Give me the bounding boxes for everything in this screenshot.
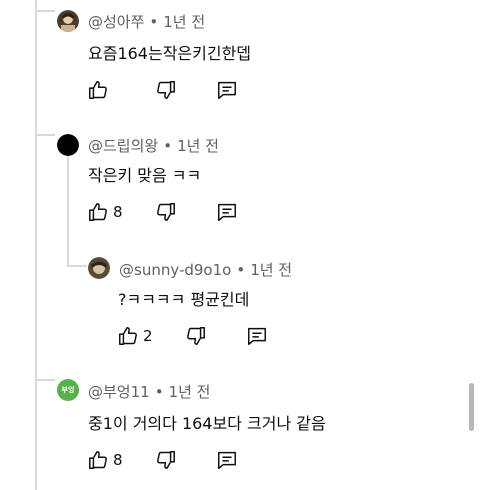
comment-text: 요즘164는작은키긴한뎁 bbox=[88, 44, 252, 63]
comment-actions: 2 bbox=[117, 325, 277, 349]
dislike-button[interactable] bbox=[155, 79, 177, 101]
separator: • bbox=[154, 383, 164, 401]
avatar[interactable] bbox=[57, 134, 79, 156]
thumbs-up-icon bbox=[89, 81, 107, 99]
dislike-button[interactable] bbox=[185, 325, 207, 347]
like-button[interactable]: 8 bbox=[87, 449, 123, 471]
thumbs-down-icon bbox=[157, 81, 175, 99]
nested-thread-line bbox=[67, 155, 69, 267]
comment-time[interactable]: 1년 전 bbox=[177, 137, 219, 155]
comment-actions: 8 bbox=[87, 449, 247, 473]
avatar-photo-icon bbox=[88, 257, 110, 279]
thumbs-down-icon bbox=[187, 327, 205, 345]
comment-author[interactable]: @sunny-d9o1o bbox=[119, 261, 231, 279]
thread-line bbox=[35, 0, 37, 490]
thumbs-up-icon bbox=[119, 327, 137, 345]
avatar[interactable]: 부엉 bbox=[57, 379, 79, 401]
separator: • bbox=[149, 13, 159, 31]
like-button[interactable]: 8 bbox=[87, 201, 123, 223]
thread-connector bbox=[35, 379, 55, 381]
thumbs-down-icon bbox=[157, 203, 175, 221]
reply-icon bbox=[248, 327, 266, 345]
avatar[interactable] bbox=[88, 257, 110, 279]
nested-thread-connector bbox=[67, 265, 87, 267]
avatar-photo-icon bbox=[57, 10, 79, 32]
separator: • bbox=[236, 261, 246, 279]
like-button[interactable] bbox=[87, 79, 109, 101]
comment-meta: @성아쭈 • 1년 전 bbox=[88, 11, 205, 32]
reply-icon bbox=[218, 203, 236, 221]
like-count: 2 bbox=[143, 327, 153, 345]
reply-button[interactable] bbox=[216, 79, 238, 101]
comment-author[interactable]: @성아쭈 bbox=[88, 13, 144, 31]
scrollbar[interactable] bbox=[469, 383, 474, 431]
like-count: 8 bbox=[113, 451, 123, 469]
reply-button[interactable] bbox=[216, 201, 238, 223]
thread-connector bbox=[35, 10, 55, 12]
like-count: 8 bbox=[113, 203, 123, 221]
avatar[interactable] bbox=[57, 10, 79, 32]
reply-button[interactable] bbox=[216, 449, 238, 471]
comment-time[interactable]: 1년 전 bbox=[250, 261, 292, 279]
comment-meta: @sunny-d9o1o • 1년 전 bbox=[119, 259, 292, 280]
avatar-text: 부엉 bbox=[61, 386, 75, 394]
thread-connector bbox=[35, 134, 55, 136]
comment-time[interactable]: 1년 전 bbox=[169, 383, 211, 401]
avatar-black-circle-icon bbox=[57, 134, 79, 156]
dislike-button[interactable] bbox=[155, 201, 177, 223]
comment-meta: @드립의왕 • 1년 전 bbox=[88, 135, 219, 156]
dislike-button[interactable] bbox=[155, 449, 177, 471]
comment-text: ?ㅋㅋㅋㅋ 평균킨데 bbox=[118, 290, 250, 309]
comment-actions: 8 bbox=[87, 201, 247, 225]
comment-actions bbox=[87, 79, 247, 103]
reply-icon bbox=[218, 451, 236, 469]
comment-text: 중1이 거의다 164보다 크거나 같음 bbox=[88, 414, 326, 433]
thumbs-up-icon bbox=[89, 203, 107, 221]
thumbs-down-icon bbox=[157, 451, 175, 469]
comment-author[interactable]: @드립의왕 bbox=[88, 137, 158, 155]
thumbs-up-icon bbox=[89, 451, 107, 469]
comment-meta: @부엉11 • 1년 전 bbox=[88, 381, 210, 402]
comment-time[interactable]: 1년 전 bbox=[163, 13, 205, 31]
comment-text: 작은키 맞음 ㅋㅋ bbox=[88, 166, 202, 185]
comment-author[interactable]: @부엉11 bbox=[88, 383, 150, 401]
like-button[interactable]: 2 bbox=[117, 325, 153, 347]
separator: • bbox=[163, 137, 173, 155]
reply-icon bbox=[218, 81, 236, 99]
reply-button[interactable] bbox=[246, 325, 268, 347]
